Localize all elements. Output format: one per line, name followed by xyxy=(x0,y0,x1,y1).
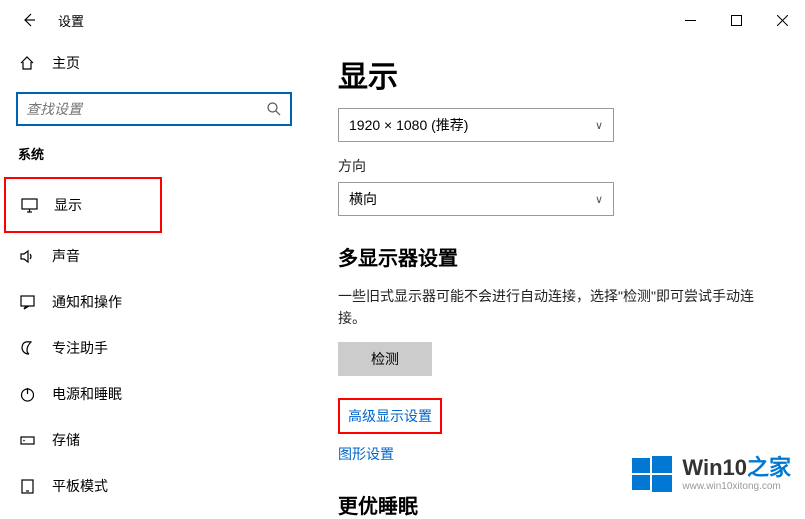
sidebar-item-label: 声音 xyxy=(52,246,80,266)
resolution-value: 1920 × 1080 (推荐) xyxy=(349,115,468,135)
search-icon xyxy=(266,101,282,117)
sidebar-section-label: 系统 xyxy=(0,144,308,163)
minimize-button[interactable] xyxy=(667,4,713,36)
advanced-display-link[interactable]: 高级显示设置 xyxy=(348,408,432,424)
sidebar-item-label: 专注助手 xyxy=(52,338,108,358)
orientation-label: 方向 xyxy=(338,156,775,176)
focus-icon xyxy=(18,340,36,357)
home-label: 主页 xyxy=(52,53,80,73)
detect-button[interactable]: 检测 xyxy=(338,342,432,376)
sound-icon xyxy=(18,248,36,265)
watermark-brand: Win10之家 xyxy=(682,456,791,480)
maximize-button[interactable] xyxy=(713,4,759,36)
sidebar-item-label: 电源和睡眠 xyxy=(52,384,122,404)
minimize-icon xyxy=(685,15,696,26)
notification-icon xyxy=(18,294,36,311)
sidebar-item-label: 存储 xyxy=(52,430,80,450)
sidebar-item-label: 平板模式 xyxy=(52,476,108,496)
tablet-icon xyxy=(18,478,36,495)
monitor-icon xyxy=(20,197,38,214)
orientation-value: 横向 xyxy=(349,189,377,209)
sidebar-item-power[interactable]: 电源和睡眠 xyxy=(0,371,308,417)
window-title: 设置 xyxy=(58,11,84,30)
search-input-wrapper[interactable] xyxy=(16,92,292,126)
back-button[interactable] xyxy=(18,9,40,31)
chevron-down-icon: ∨ xyxy=(595,193,603,206)
chevron-down-icon: ∨ xyxy=(595,119,603,132)
sidebar-item-sound[interactable]: 声音 xyxy=(0,233,308,279)
watermark-url: www.win10xitong.com xyxy=(682,481,791,492)
windows-logo-icon xyxy=(630,452,674,496)
sidebar-item-label: 通知和操作 xyxy=(52,292,122,312)
home-button[interactable]: 主页 xyxy=(0,44,308,82)
maximize-icon xyxy=(731,15,742,26)
main-content: 显示 1920 × 1080 (推荐) ∨ 方向 横向 ∨ 多显示器设置 一些旧… xyxy=(308,40,805,510)
sidebar-item-focus[interactable]: 专注助手 xyxy=(0,325,308,371)
watermark: Win10之家 www.win10xitong.com xyxy=(630,452,791,496)
sidebar-item-notifications[interactable]: 通知和操作 xyxy=(0,279,308,325)
arrow-left-icon xyxy=(21,12,37,28)
resolution-dropdown[interactable]: 1920 × 1080 (推荐) ∨ xyxy=(338,108,614,142)
home-icon xyxy=(18,55,36,71)
sidebar: 主页 系统 显示 声音 通知和操作 xyxy=(0,40,308,510)
multi-display-heading: 多显示器设置 xyxy=(338,242,775,271)
sidebar-item-display[interactable]: 显示 xyxy=(4,177,162,233)
advanced-display-link-highlight: 高级显示设置 xyxy=(338,398,442,434)
close-icon xyxy=(777,15,788,26)
sidebar-item-storage[interactable]: 存储 xyxy=(0,417,308,463)
storage-icon xyxy=(18,432,36,449)
sidebar-item-label: 显示 xyxy=(54,195,82,215)
orientation-dropdown[interactable]: 横向 ∨ xyxy=(338,182,614,216)
search-input[interactable] xyxy=(26,101,266,117)
close-button[interactable] xyxy=(759,4,805,36)
page-heading: 显示 xyxy=(338,52,775,96)
sidebar-item-tablet[interactable]: 平板模式 xyxy=(0,463,308,509)
multi-display-description: 一些旧式显示器可能不会进行自动连接，选择"检测"即可尝试手动连接。 xyxy=(338,285,775,330)
power-icon xyxy=(18,386,36,403)
